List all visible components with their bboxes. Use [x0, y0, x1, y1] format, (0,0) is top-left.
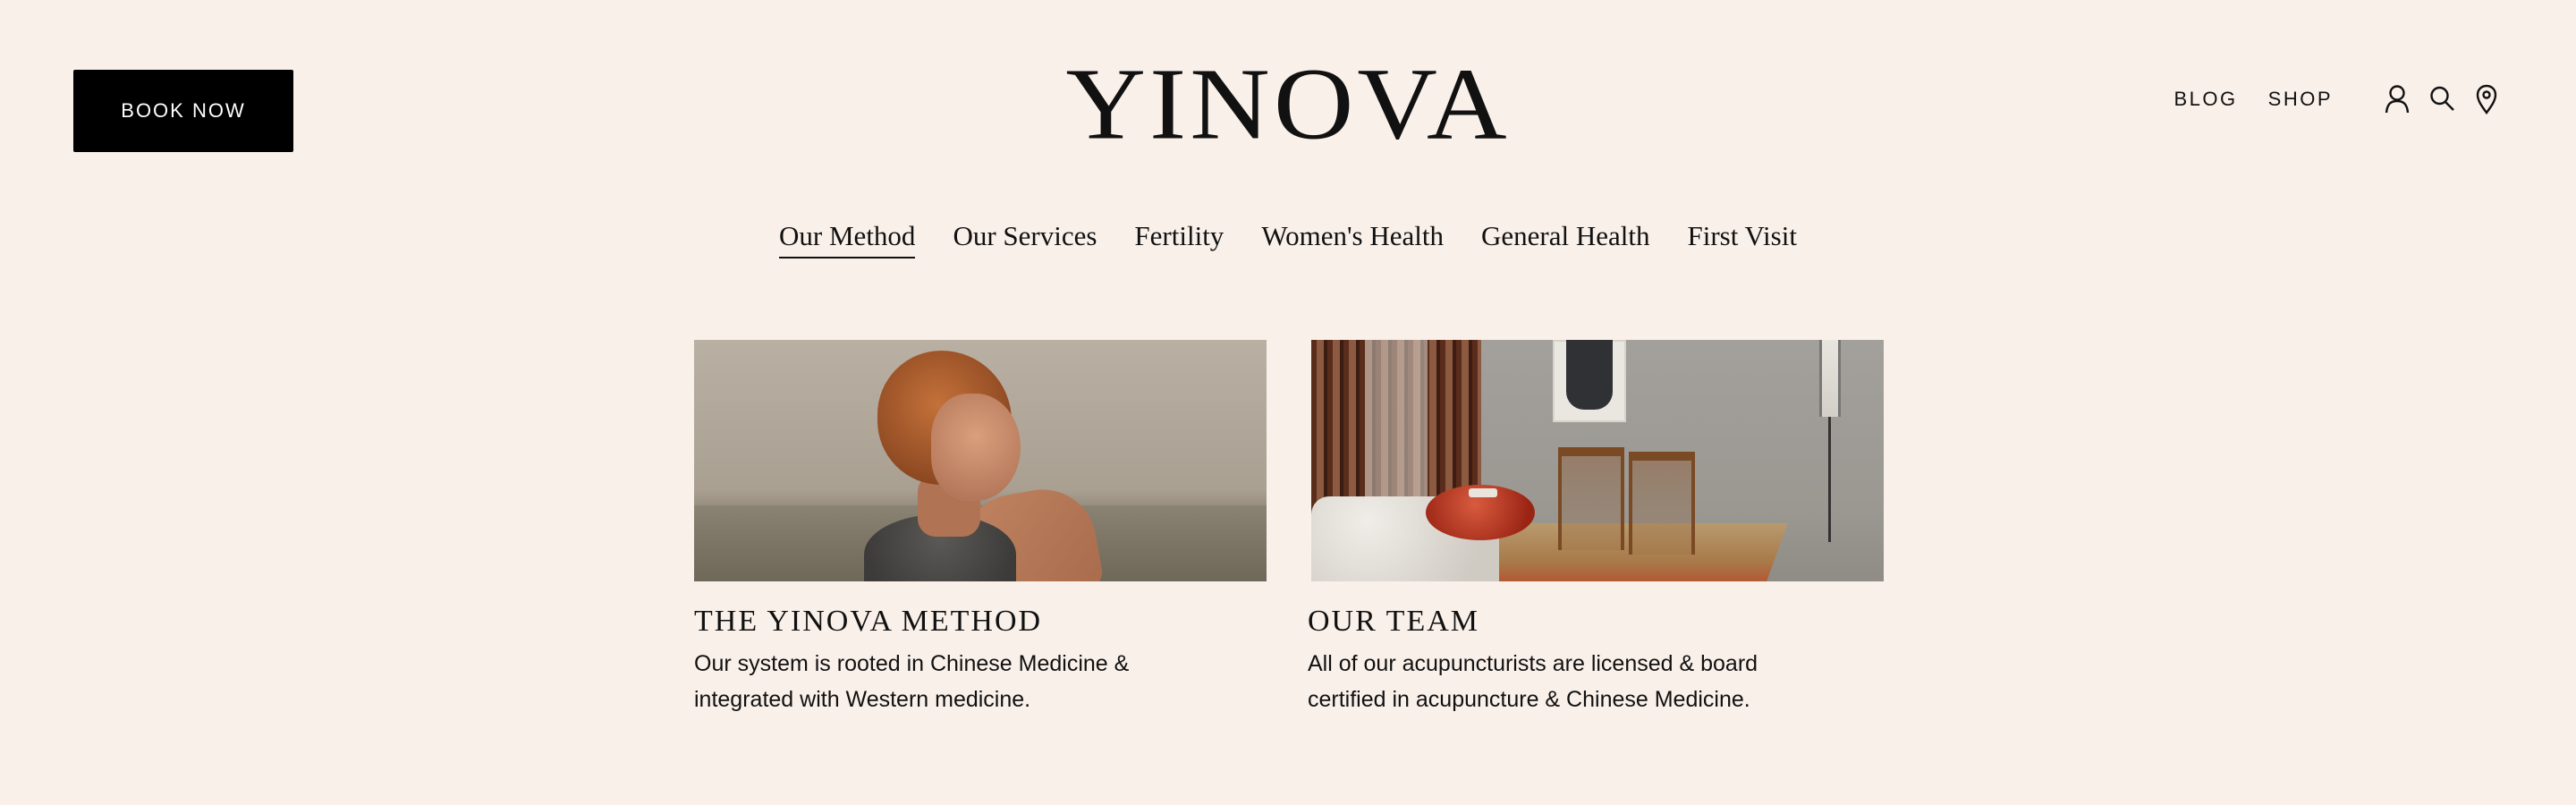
method-card-image[interactable]	[694, 340, 1267, 581]
blog-link[interactable]: BLOG	[2174, 88, 2238, 111]
nav-fertility[interactable]: Fertility	[1134, 220, 1224, 258]
book-now-button[interactable]: BOOK NOW	[73, 70, 293, 152]
nav-our-services[interactable]: Our Services	[953, 220, 1097, 258]
team-card: OUR TEAM All of our acupuncturists are l…	[1308, 340, 1884, 717]
image-face	[931, 394, 1021, 501]
nav-womens-health[interactable]: Women's Health	[1261, 220, 1444, 258]
image-pouf-item	[1469, 488, 1497, 497]
nav-our-method[interactable]: Our Method	[779, 220, 916, 258]
shop-link[interactable]: SHOP	[2268, 88, 2333, 111]
logo[interactable]: YINOVA	[1065, 51, 1506, 158]
image-wall-art-shape	[1566, 340, 1613, 410]
nav-general-health[interactable]: General Health	[1481, 220, 1649, 258]
nav-first-visit[interactable]: First Visit	[1687, 220, 1796, 258]
team-card-description: All of our acupuncturists are licensed &…	[1308, 651, 1758, 712]
method-card: THE YINOVA METHOD Our system is rooted i…	[694, 340, 1267, 717]
image-chair	[1558, 447, 1624, 550]
image-lamp-cable	[1828, 417, 1831, 542]
page: BOOK NOW YINOVA BLOG SHOP Our Method Our	[0, 0, 2576, 805]
location-pin-icon[interactable]	[2470, 81, 2503, 117]
team-card-image[interactable]	[1311, 340, 1884, 581]
account-icon[interactable]	[2381, 81, 2413, 117]
team-card-title[interactable]: OUR TEAM	[1308, 605, 1884, 639]
method-card-description: Our system is rooted in Chinese Medicine…	[694, 651, 1130, 712]
utility-nav: BLOG SHOP	[2174, 80, 2504, 118]
method-card-title[interactable]: THE YINOVA METHOD	[694, 605, 1267, 639]
image-wall-lamp	[1819, 340, 1841, 417]
image-chair	[1629, 452, 1695, 555]
search-icon[interactable]	[2426, 81, 2458, 117]
main-nav: Our Method Our Services Fertility Women'…	[0, 220, 2576, 258]
